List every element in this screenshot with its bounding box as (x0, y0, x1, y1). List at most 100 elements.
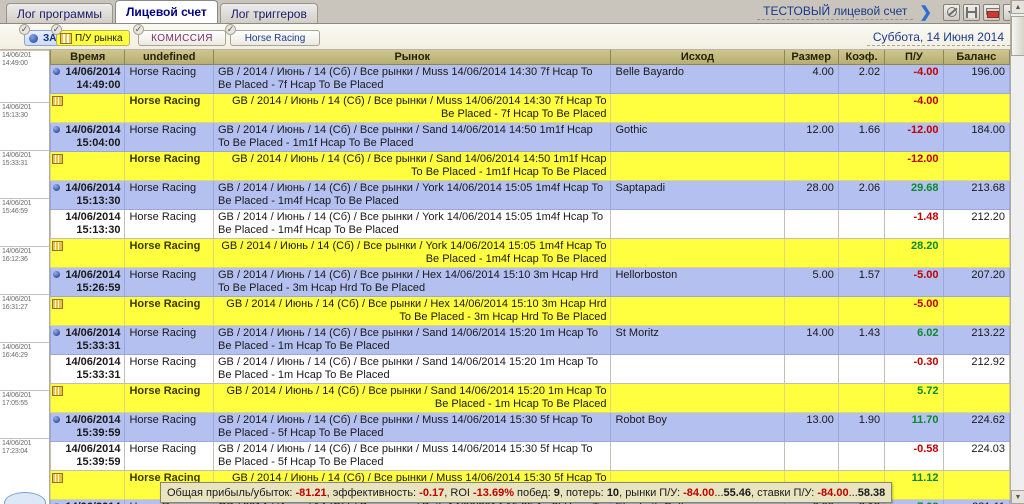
filter-chip-market-pl[interactable]: ✓ П/У рынка (51, 24, 130, 46)
timeline-tick-date: 14/06/201 (2, 392, 32, 399)
table-row[interactable]: 14/06/2014 15:39:59 Horse Racing GB / 2014 … (50, 411, 1010, 442)
cell-type: Horse Racing (124, 179, 214, 210)
cell-time: 14/06/2014 14:49:00 (50, 63, 126, 94)
table-row[interactable]: 14/06/2014 15:13:30 Horse Racing GB / 2014 … (50, 179, 1010, 210)
cell-balance (942, 382, 1010, 413)
timeline-tick-time: 17:23:04 (2, 448, 28, 455)
table-row[interactable]: 14/06/2014 15:13:30 Horse Racing GB / 2014 … (50, 208, 1010, 239)
cell-time-value: 15:33:31 (76, 368, 121, 381)
column-header-size[interactable]: Размер (783, 50, 839, 65)
cell-market: GB / 2014 / Июнь / 14 (Сб) / Все рынки /… (212, 63, 612, 94)
cell-type: Horse Racing (124, 92, 214, 123)
scroll-up-button[interactable]: ▲ (1011, 0, 1024, 14)
column-header-time[interactable]: Время (50, 50, 126, 65)
tooltip-roi-label: ROI (450, 486, 470, 499)
cell-market: GB / 2014 / Июнь / 14 (Сб) / Все рынки /… (212, 440, 612, 471)
cell-market: GB / 2014 / Июнь / 14 (Сб) / Все рынки /… (212, 150, 612, 181)
cell-balance: 184.00 (942, 121, 1010, 152)
column-header-outcome[interactable]: Исход (610, 50, 785, 65)
cell-pl: -5.00 (884, 266, 944, 297)
cell-market: GB / 2014 / Июнь / 14 (Сб) / Все рынки /… (212, 382, 612, 413)
vertical-scrollbar[interactable]: ▲ ▼ (1010, 0, 1024, 504)
column-header-pl[interactable]: П/У (884, 50, 944, 65)
table-row[interactable]: 14/06/2014 14:49:00 Horse Racing GB / 2014 … (50, 63, 1010, 94)
cell-odds: 1.90 (837, 411, 886, 442)
tooltip-market-pl-sep: ... (714, 486, 724, 499)
cell-balance (942, 150, 1010, 181)
account-table-container[interactable]: Время undefined Рынок Исход Размер Коэф.… (50, 50, 1010, 504)
cell-time-value: 15:13:30 (76, 223, 121, 236)
timeline-tick: 14/06/201 16:12:36 (0, 246, 49, 294)
cell-odds (837, 295, 886, 326)
cell-odds (837, 150, 886, 181)
tab-program-log[interactable]: Лог программы (6, 3, 113, 23)
cell-time-value: 15:04:00 (76, 136, 121, 149)
cell-odds: 1.57 (837, 266, 886, 297)
account-selector[interactable]: ТЕСТОВЫЙ лицевой счет (757, 4, 914, 20)
table-row[interactable]: 14/06/2014 15:33:31 Horse Racing GB / 2014 … (50, 324, 1010, 355)
cell-time-value: 15:33:31 (76, 339, 121, 352)
cell-balance: 224.03 (942, 440, 1010, 471)
table-row[interactable]: Horse Racing GB / 2014 / Июнь / 14 (Сб) /… (50, 237, 1010, 268)
check-icon[interactable]: ✓ (225, 24, 236, 35)
date-line: Суббота, 14 Июня 2014 (866, 30, 1010, 46)
table-row[interactable]: Horse Racing GB / 2014 / Июнь / 14 (Сб) /… (50, 382, 1010, 413)
column-header-odds[interactable]: Коэф. (837, 50, 886, 65)
cell-odds (837, 92, 886, 123)
check-icon[interactable]: ✓ (19, 24, 30, 35)
filter-chip-label: Horse Racing (244, 32, 306, 44)
cell-time (50, 469, 126, 500)
cell-odds: 2.02 (837, 63, 886, 94)
tab-trigger-log[interactable]: Лог триггеров (219, 3, 318, 23)
cell-time (50, 92, 126, 123)
cell-odds (837, 440, 886, 471)
chevron-right-icon[interactable]: ❯ (919, 5, 932, 20)
cell-market: GB / 2014 / Июнь / 14 (Сб) / Все рынки /… (212, 208, 612, 239)
check-icon[interactable]: ✓ (133, 24, 144, 35)
tooltip-market-pl-max: 55.46 (723, 486, 752, 499)
column-header-type[interactable]: undefined (124, 50, 214, 65)
table-row[interactable]: 14/06/2014 15:04:00 Horse Racing GB / 2014 … (50, 121, 1010, 152)
scroll-thumb[interactable] (1011, 16, 1024, 56)
table-row[interactable]: Horse Racing GB / 2014 / Июнь / 14 (Сб) /… (50, 92, 1010, 123)
filter-chip-commission[interactable]: ✓ КОМИССИЯ (133, 24, 226, 46)
cell-pl: 7.08 (884, 498, 944, 504)
cell-market: GB / 2014 / Июнь / 14 (Сб) / Все рынки /… (212, 411, 612, 442)
column-header-balance[interactable]: Баланс (942, 50, 1010, 65)
timeline-tick-date: 14/06/201 (2, 248, 32, 255)
tooltip-losses-value: 10 (606, 486, 620, 499)
tab-bar: Лог программы Лицевой счет Лог триггеров… (0, 0, 1024, 24)
cell-balance (942, 237, 1010, 268)
save-button[interactable] (963, 3, 980, 21)
table-row[interactable]: 14/06/2014 15:26:59 Horse Racing GB / 2014 … (50, 266, 1010, 297)
timeline-gutter[interactable]: 14/06/201 14:49:00 14/06/201 15:13:30 14/06/… (0, 50, 50, 504)
timeline-tick-time: 16:12:36 (2, 256, 28, 263)
cell-balance: 212.92 (942, 353, 1010, 384)
cell-market: GB / 2014 / Июнь / 14 (Сб) / Все рынки /… (212, 92, 612, 123)
cell-pl: -5.00 (884, 295, 944, 326)
cell-odds (837, 208, 886, 239)
timeline-tick: 14/06/201 16:31:27 (0, 294, 49, 342)
cell-date-value: 14/06/2014 (65, 181, 121, 194)
cell-outcome: Hellorboston (610, 266, 785, 297)
cell-outcome (610, 353, 785, 384)
cell-odds (837, 382, 886, 413)
column-header-market[interactable]: Рынок (212, 50, 612, 65)
cell-pl: -4.00 (884, 63, 944, 94)
filter-chip-horse-racing[interactable]: ✓ Horse Racing (225, 24, 320, 46)
scroll-down-button[interactable]: ▼ (1011, 490, 1024, 504)
table-row[interactable]: 14/06/2014 15:39:59 Horse Racing GB / 2014 … (50, 440, 1010, 471)
table-row[interactable]: Horse Racing GB / 2014 / Июнь / 14 (Сб) /… (50, 150, 1010, 181)
cell-size: 12.00 (783, 121, 839, 152)
clear-button[interactable] (943, 3, 960, 21)
timeline-thumb[interactable] (4, 492, 46, 504)
cell-type: Horse Racing (124, 150, 214, 181)
cell-odds: 1.66 (837, 121, 886, 152)
print-button[interactable] (983, 3, 1000, 21)
cell-type: Horse Racing (124, 353, 214, 384)
table-row[interactable]: Horse Racing GB / 2014 / Июнь / 14 (Сб) /… (50, 295, 1010, 326)
blue-dot-icon (53, 183, 60, 191)
tab-account[interactable]: Лицевой счет (114, 0, 218, 23)
table-row[interactable]: 14/06/2014 15:33:31 Horse Racing GB / 2014 … (50, 353, 1010, 384)
cell-balance: 207.20 (942, 266, 1010, 297)
